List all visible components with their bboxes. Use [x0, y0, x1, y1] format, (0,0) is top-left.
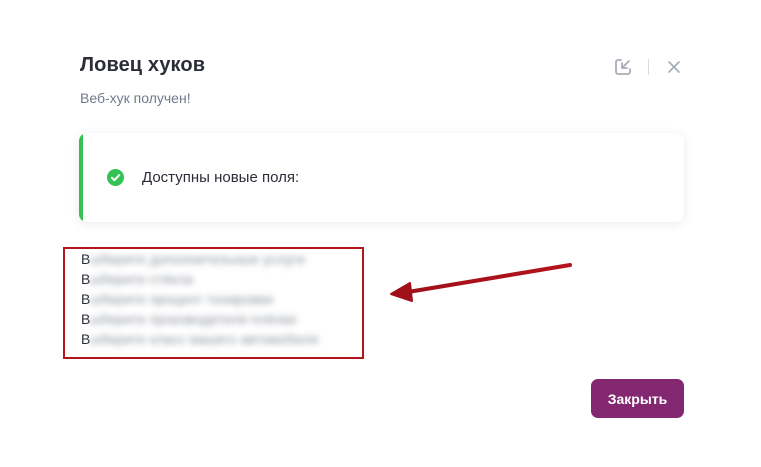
field-item: Выберите стёкла	[81, 269, 193, 289]
dialog-subtitle: Веб-хук получен!	[80, 90, 191, 106]
notice-text: Доступны новые поля:	[142, 169, 300, 186]
notice-accent-bar	[79, 133, 83, 222]
field-item-blurred-text: ыберите стёкла	[90, 271, 194, 287]
dialog-title: Ловец хуков	[80, 54, 206, 76]
field-item-initial: В	[81, 291, 91, 307]
field-item-initial: В	[81, 251, 91, 267]
header-actions	[612, 56, 685, 78]
field-item: Выберите процент тонировки	[81, 289, 273, 309]
open-external-icon[interactable]	[612, 56, 634, 78]
close-icon[interactable]	[663, 56, 685, 78]
field-item-blurred-text: ыберите дополнительные услуги	[90, 251, 305, 267]
field-item-blurred-text: ыберите процент тонировки	[90, 291, 273, 307]
field-item-initial: В	[81, 311, 91, 327]
field-item-initial: В	[81, 331, 91, 347]
close-button[interactable]: Закрыть	[591, 379, 684, 418]
field-item: Выберите производителя плёнки	[81, 309, 296, 329]
field-item-blurred-text: ыберите класс вашего автомобиля	[90, 331, 319, 347]
header-divider	[648, 59, 649, 75]
notice-card: Доступны новые поля:	[79, 133, 684, 222]
new-fields-highlight-box: Выберите дополнительные услуги Выберите …	[63, 247, 364, 359]
field-item: Выберите класс вашего автомобиля	[81, 329, 318, 349]
check-circle-icon	[107, 169, 124, 186]
webhook-catcher-dialog: Ловец хуков Веб-хук получен! Доступны но…	[0, 0, 761, 467]
field-item-initial: В	[81, 271, 91, 287]
field-item-blurred-text: ыберите производителя плёнки	[90, 311, 297, 327]
field-item: Выберите дополнительные услуги	[81, 249, 305, 269]
